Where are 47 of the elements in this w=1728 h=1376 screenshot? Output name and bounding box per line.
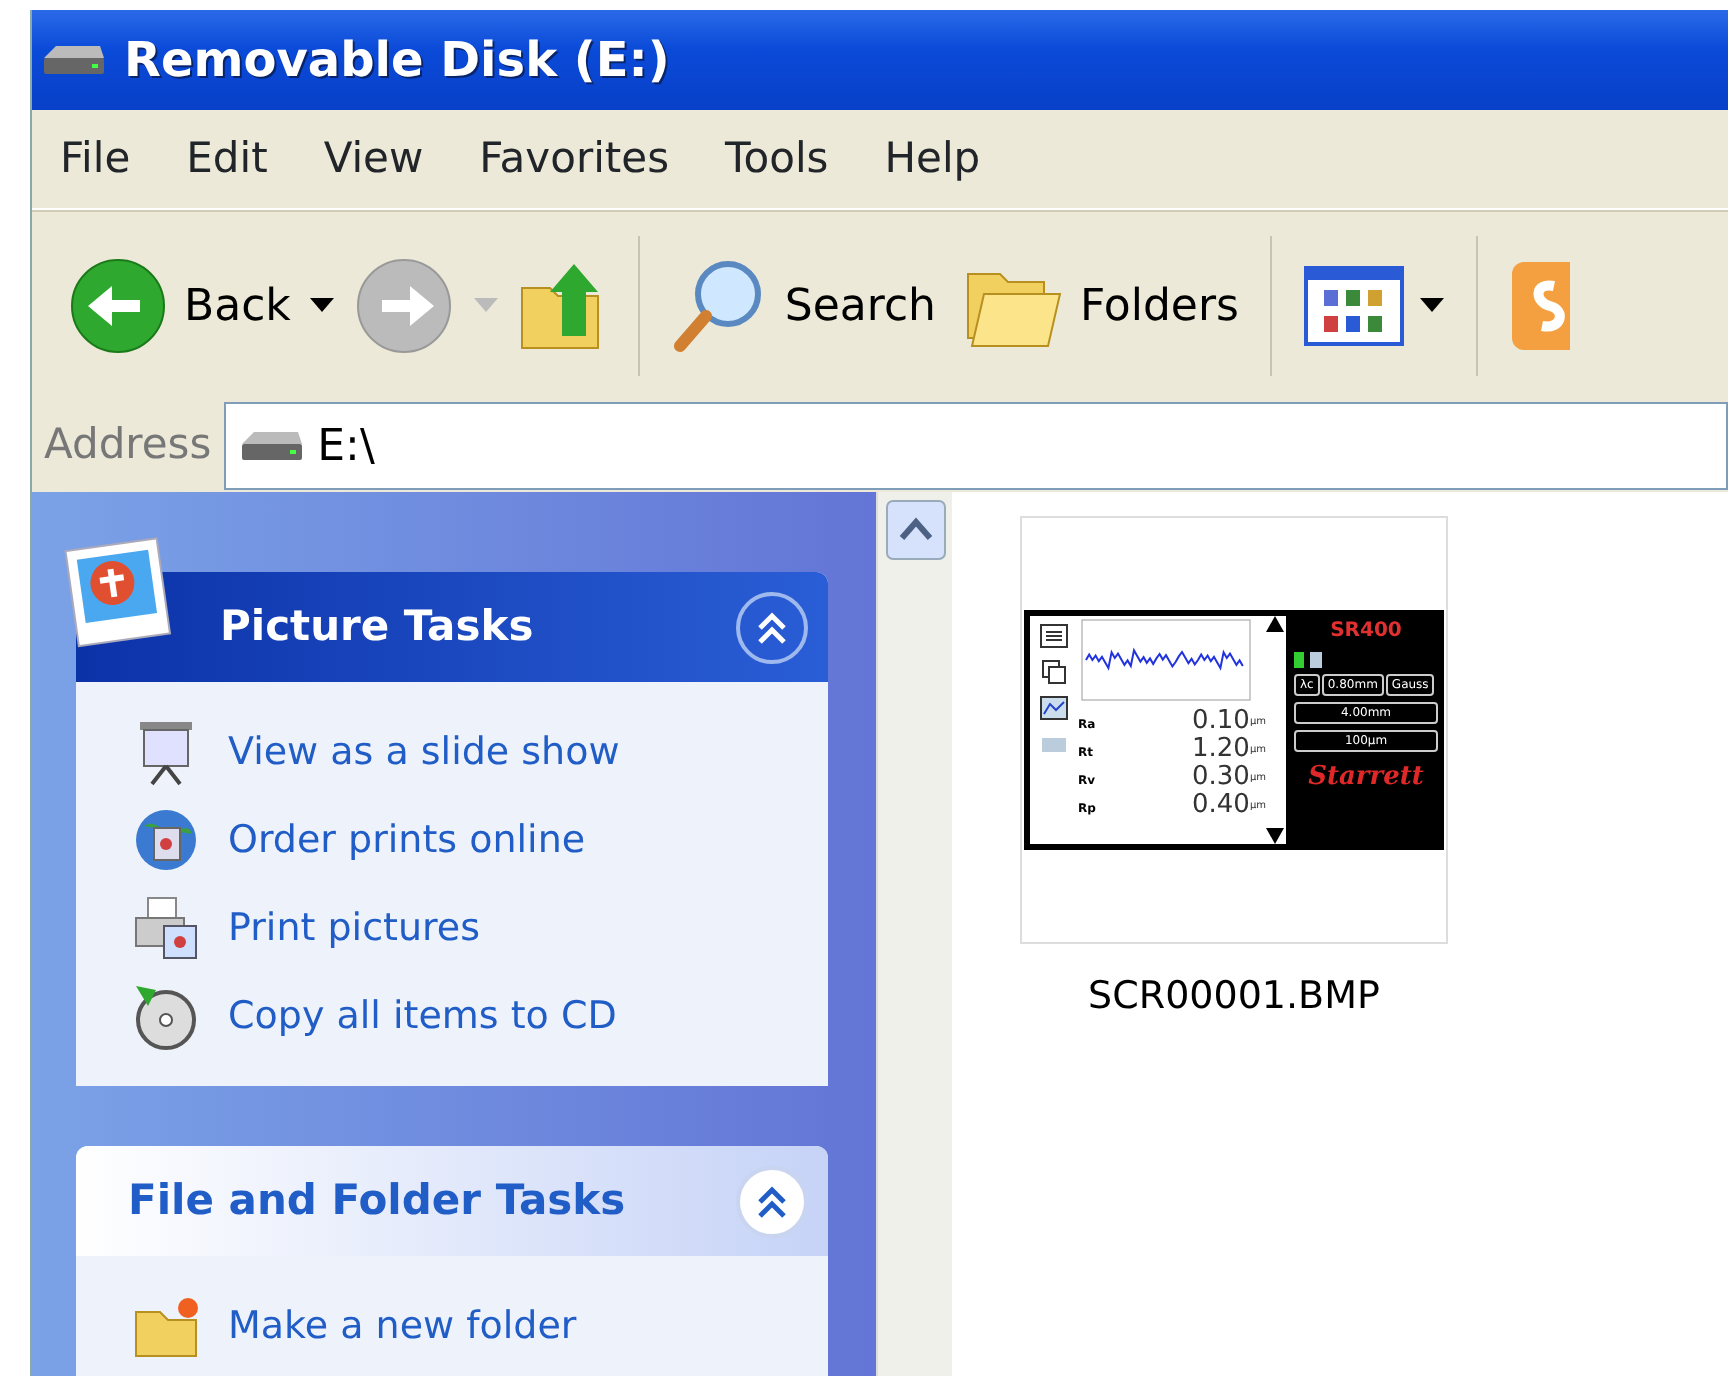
app-icon <box>1510 258 1571 354</box>
scroll-up-button[interactable] <box>885 500 945 560</box>
model-label: SR400 <box>1328 618 1404 646</box>
menu-item[interactable]: File <box>32 127 159 191</box>
address-value: E:\ <box>317 419 375 475</box>
pane-title: Picture Tasks <box>220 599 534 654</box>
globe-icon <box>132 806 200 874</box>
task-link[interactable]: Copy all items to CD <box>132 982 828 1050</box>
views-icon <box>1304 266 1405 346</box>
pane-title: File and Folder Tasks <box>128 1173 626 1228</box>
drive-icon <box>237 428 306 464</box>
reading-value: 0.30$^{µm}$ <box>1191 764 1266 792</box>
menu-item[interactable]: Tools <box>697 127 857 191</box>
window-title: Removable Disk (E:) <box>124 30 670 92</box>
brand-logo: Starrett <box>1306 760 1426 796</box>
reading-value: 0.10$^{µm}$ <box>1191 708 1266 736</box>
task-link[interactable]: Make a new folder <box>132 1292 828 1360</box>
reading-value: 0.40$^{µm}$ <box>1191 792 1266 820</box>
battery-icon <box>1294 652 1326 668</box>
file-name: SCR00001.BMP <box>1088 972 1380 1022</box>
graph-icon <box>1040 696 1068 720</box>
back-button[interactable]: Back <box>60 256 299 356</box>
caret-icon[interactable] <box>310 298 335 314</box>
pane-header[interactable]: File and Folder Tasks <box>76 1146 828 1256</box>
task-link[interactable]: Order prints online <box>132 806 828 874</box>
task-link[interactable]: Print pictures <box>132 894 828 962</box>
folder-icon <box>132 1292 200 1360</box>
menu-item[interactable]: View <box>295 127 452 191</box>
pane-header[interactable]: Picture Tasks <box>76 572 828 682</box>
search-button[interactable]: Search <box>664 258 945 354</box>
menu-item[interactable]: Favorites <box>451 127 698 191</box>
copy-icon <box>1042 660 1066 684</box>
address-label: Address <box>44 418 212 473</box>
folders-button[interactable]: Folders <box>956 262 1247 350</box>
reading-value: 1.20$^{µm}$ <box>1191 736 1266 764</box>
disc-icon <box>132 982 200 1050</box>
caret-icon <box>1420 298 1445 314</box>
address-field[interactable]: E:\ <box>223 402 1728 490</box>
menu-item[interactable]: Help <box>856 127 1009 191</box>
collapse-button[interactable] <box>736 1165 808 1237</box>
drive-icon <box>40 42 108 78</box>
up-arrow-icon <box>1266 616 1284 632</box>
list-icon <box>1040 624 1068 648</box>
collapse-button[interactable] <box>736 591 808 663</box>
down-arrow-icon <box>1266 828 1284 844</box>
menu-item[interactable]: Edit <box>158 127 296 191</box>
task-link[interactable]: View as a slide show <box>132 718 828 786</box>
